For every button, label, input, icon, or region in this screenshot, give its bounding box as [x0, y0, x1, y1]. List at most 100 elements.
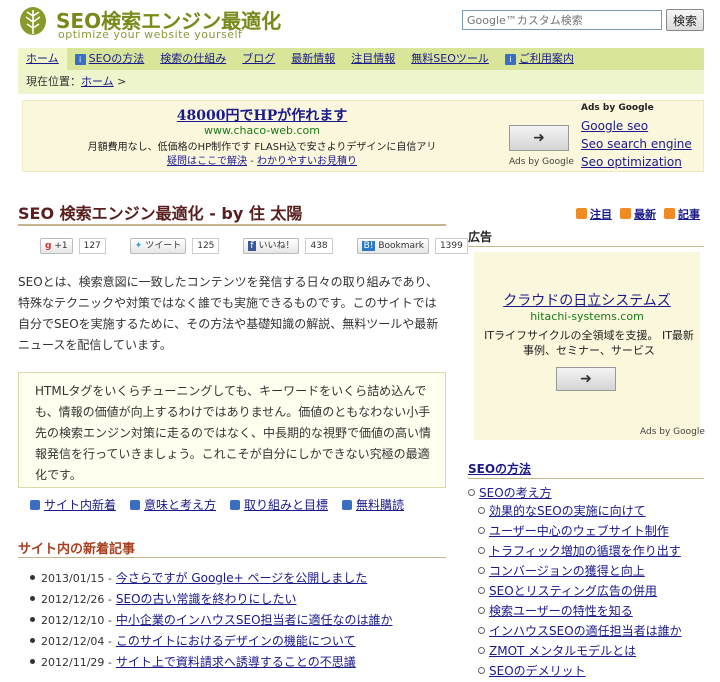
nav-featured-label[interactable]: 注目情報	[351, 48, 395, 70]
bullet-icon	[30, 575, 35, 580]
feed-articles[interactable]: 記事	[664, 206, 700, 222]
ad-sub-link-faq[interactable]: 疑問はここで解決	[167, 156, 247, 167]
gplus-label: +1	[54, 241, 68, 251]
news-date: 2012/12/26 -	[41, 593, 112, 606]
news-date: 2012/12/10 -	[41, 614, 112, 627]
news-date: 2012/11/29 -	[41, 656, 112, 669]
link-site-new-label[interactable]: サイト内新着	[44, 498, 116, 512]
nav-seo-method[interactable]: i SEOの方法	[67, 48, 153, 70]
ad-title-link[interactable]: 48000円でHPが作れます	[23, 105, 501, 125]
ad-url[interactable]: www.chaco-web.com	[23, 124, 501, 137]
search-button[interactable]: 検索	[666, 9, 704, 31]
feed-articles-label[interactable]: 記事	[678, 208, 700, 221]
seo-link[interactable]: インハウスSEOの適任担当者は誰か	[489, 624, 682, 638]
news-divider	[18, 557, 446, 558]
seo-link[interactable]: 効果的なSEOの実施に向けて	[489, 504, 646, 518]
news-link[interactable]: このサイトにおけるデザインの機能について	[116, 634, 356, 648]
sidebar-ad-text: ITライフサイクルの全領域を支援。 IT最新事例、セミナー、サービス	[484, 329, 694, 357]
news-link[interactable]: サイト上で資料請求へ誘導することの不思議	[116, 655, 356, 669]
ad-sub-separator: -	[247, 156, 257, 167]
link-site-new[interactable]: サイト内新着	[30, 496, 116, 513]
seo-link[interactable]: トラフィック増加の循環を作り出す	[489, 544, 681, 558]
tweet-button[interactable]: ✦ ツイート	[129, 238, 187, 254]
news-link[interactable]: 今さらですが Google+ ページを公開しました	[116, 571, 367, 585]
list-item: トラフィック増加の循環を作り出す	[478, 542, 682, 562]
sidebar-ad-divider	[468, 246, 704, 247]
link-meaning-label[interactable]: 意味と考え方	[144, 498, 216, 512]
intro-paragraph: SEOとは、検索意図に一致したコンテンツを発信する日々の取り組みであり、特殊なテ…	[18, 275, 439, 352]
like-label: いいね！	[258, 241, 295, 251]
seo-method-heading[interactable]: SEOの方法	[468, 460, 531, 477]
nav-latest[interactable]: 最新情報	[283, 48, 343, 70]
feed-featured-label[interactable]: 注目	[590, 208, 612, 221]
link-subscribe[interactable]: 無料購読	[342, 496, 404, 513]
ads-by-google-label[interactable]: Ads by Google	[509, 157, 574, 167]
ad-link-seo-optimization[interactable]: Seo optimization	[581, 155, 682, 169]
nav-guide[interactable]: i ご利用案内	[497, 48, 582, 70]
breadcrumb-prefix: 現在位置：	[26, 75, 81, 88]
nav-guide-label[interactable]: ご利用案内	[519, 48, 574, 70]
list-item: ユーザー中心のウェブサイト制作	[478, 522, 682, 542]
feed-featured[interactable]: 注目	[576, 206, 612, 222]
ad-arrow-button[interactable]: ➜	[509, 125, 569, 151]
nav-home-label[interactable]: ホーム	[26, 48, 59, 70]
sidebar-ad-url[interactable]: hitachi-systems.com	[474, 310, 700, 323]
seo-link[interactable]: ユーザー中心のウェブサイト制作	[489, 524, 669, 538]
search-input[interactable]	[462, 10, 662, 30]
sidebar-ad-title-link[interactable]: クラウドの日立システムズ	[474, 290, 700, 310]
like-button[interactable]: f いいね！	[243, 238, 300, 254]
link-goals[interactable]: 取り組みと目標	[230, 496, 328, 513]
ad-link-google-seo[interactable]: Google seo	[581, 119, 648, 133]
link-goals-label[interactable]: 取り組みと目標	[244, 498, 328, 512]
bookmark-count: 1399	[434, 238, 468, 254]
seo-link[interactable]: ZMOT メンタルモデルとは	[489, 644, 636, 658]
ad-link-seo-search-engine[interactable]: Seo search engine	[581, 137, 692, 151]
list-item: インハウスSEOの適任担当者は誰か	[478, 622, 682, 642]
nav-search-mechanism-label[interactable]: 検索の仕組み	[160, 48, 226, 70]
gplus-button[interactable]: g +1	[40, 238, 73, 254]
news-link[interactable]: 中小企業のインハウスSEO担当者に適任なのは誰か	[116, 613, 393, 627]
arrow-down-icon	[130, 500, 141, 510]
list-item: ZMOT メンタルモデルとは	[478, 642, 682, 662]
nav-free-tools[interactable]: 無料SEOツール	[403, 48, 497, 70]
facebook-icon: f	[248, 241, 256, 251]
breadcrumb-home-link[interactable]: ホーム	[81, 75, 114, 88]
nav-featured[interactable]: 注目情報	[343, 48, 403, 70]
list-item: SEOのデメリット	[478, 662, 682, 682]
site-tagline: optimize your website yourself	[58, 28, 243, 41]
list-item: 検索ユーザーの特性を知る	[478, 602, 682, 622]
sidebar-ad-arrow-button[interactable]: ➜	[556, 367, 616, 391]
link-subscribe-label[interactable]: 無料購読	[356, 498, 404, 512]
nav-home[interactable]: ホーム	[18, 48, 67, 70]
seo-link[interactable]: SEOのデメリット	[489, 664, 586, 678]
ad-links-heading[interactable]: Ads by Google	[581, 103, 654, 113]
nav-seo-method-label[interactable]: SEOの方法	[89, 48, 145, 70]
circle-bullet-icon	[478, 607, 485, 614]
feed-latest[interactable]: 最新	[620, 206, 656, 222]
rss-icon	[576, 208, 587, 219]
seo-method-list: 効果的なSEOの実施に向けて ユーザー中心のウェブサイト制作 トラフィック増加の…	[478, 502, 682, 682]
nav-blog-label[interactable]: ブログ	[242, 48, 275, 70]
seo-method-divider	[468, 478, 704, 479]
news-link[interactable]: SEOの古い常識を終わりにしたい	[116, 592, 297, 606]
circle-bullet-icon	[478, 507, 485, 514]
page-title: SEO 検索エンジン最適化 - by 住 太陽	[18, 204, 303, 223]
seo-link[interactable]: SEOとリスティング広告の併用	[489, 584, 657, 598]
breadcrumb-separator: >	[113, 75, 127, 88]
link-meaning[interactable]: 意味と考え方	[130, 496, 216, 513]
seo-root-link[interactable]: SEOの考え方	[479, 486, 552, 500]
bookmark-button[interactable]: B! Bookmark	[356, 238, 429, 254]
rss-icon	[664, 208, 675, 219]
seo-link[interactable]: コンバージョンの獲得と向上	[489, 564, 645, 578]
leaf-logo-icon[interactable]	[18, 6, 48, 38]
ads-by-google-label[interactable]: Ads by Google	[640, 427, 705, 437]
top-ad-banner: 48000円でHPが作れます www.chaco-web.com 月額費用なし、…	[22, 100, 704, 172]
seo-link[interactable]: 検索ユーザーの特性を知る	[489, 604, 633, 618]
nav-free-tools-label[interactable]: 無料SEOツール	[411, 48, 489, 70]
ad-sub-link-estimate[interactable]: わかりやすいお見積り	[257, 156, 357, 167]
nav-blog[interactable]: ブログ	[234, 48, 283, 70]
hatena-bookmark-icon: B!	[361, 241, 376, 251]
nav-latest-label[interactable]: 最新情報	[291, 48, 335, 70]
feed-latest-label[interactable]: 最新	[634, 208, 656, 221]
nav-search-mechanism[interactable]: 検索の仕組み	[152, 48, 234, 70]
